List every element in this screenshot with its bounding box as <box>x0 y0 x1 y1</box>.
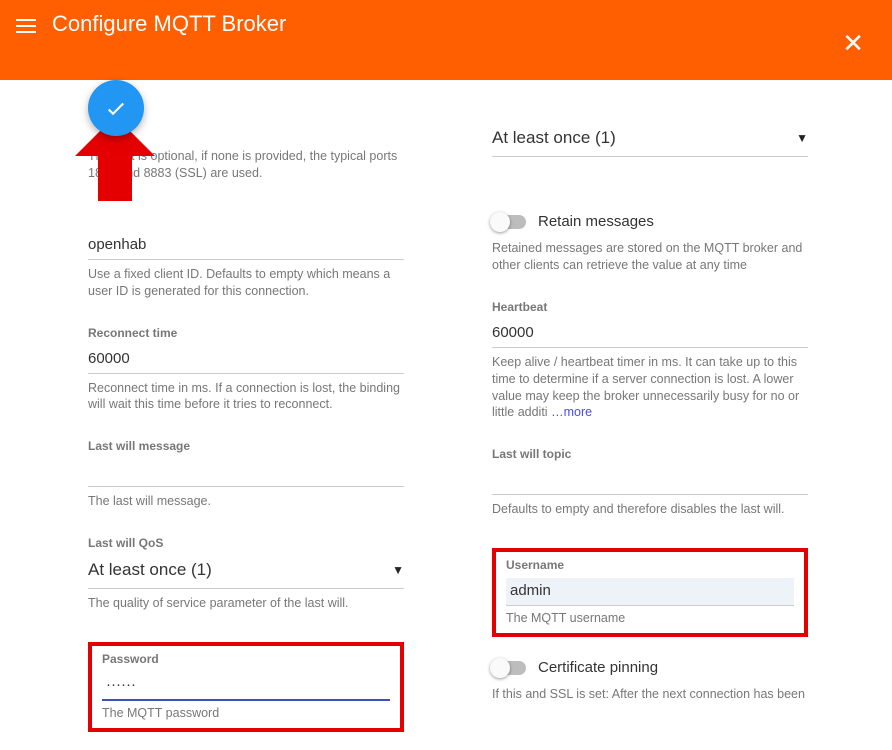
check-icon <box>104 96 128 120</box>
lastwill-message-input[interactable] <box>88 459 404 487</box>
lastwill-qos-select[interactable]: At least once (1) ▼ <box>88 556 404 589</box>
right-column: At least once (1) ▼ Retain messages Reta… <box>472 90 868 750</box>
reconnect-label: Reconnect time <box>88 326 404 340</box>
page-title: Configure MQTT Broker <box>52 11 286 37</box>
reconnect-field: Reconnect time Reconnect time in ms. If … <box>88 326 404 414</box>
username-label: Username <box>506 558 794 572</box>
heartbeat-help: Keep alive / heartbeat timer in ms. It c… <box>492 354 808 422</box>
lastwill-message-help: The last will message. <box>88 493 404 510</box>
cert-pin-field: Certificate pinning If this and SSL is s… <box>492 659 808 703</box>
heartbeat-input[interactable] <box>492 320 808 348</box>
password-highlight: Password The MQTT password <box>88 642 404 732</box>
lastwill-qos-field: Last will QoS At least once (1) ▼ The qu… <box>88 536 404 612</box>
client-id-input[interactable] <box>88 232 404 260</box>
save-fab[interactable] <box>88 80 144 136</box>
heartbeat-more-link[interactable]: …more <box>551 405 592 419</box>
reconnect-help: Reconnect time in ms. If a connection is… <box>88 380 404 414</box>
retain-label: Retain messages <box>538 213 654 230</box>
lastwill-topic-input[interactable] <box>492 467 808 495</box>
username-input[interactable] <box>506 578 794 606</box>
retain-field: Retain messages Retained messages are st… <box>492 213 808 274</box>
username-highlight: Username The MQTT username <box>492 548 808 637</box>
cert-pin-toggle[interactable] <box>492 661 526 675</box>
heartbeat-label: Heartbeat <box>492 300 808 314</box>
reconnect-input[interactable] <box>88 346 404 374</box>
cert-pin-label: Certificate pinning <box>538 659 658 676</box>
client-id-field: Use a fixed client ID. Defaults to empty… <box>88 232 404 300</box>
qos-field: At least once (1) ▼ <box>492 124 808 157</box>
chevron-down-icon: ▼ <box>796 131 808 145</box>
password-help: The MQTT password <box>102 705 390 722</box>
chevron-down-icon: ▼ <box>392 563 404 577</box>
lastwill-qos-help: The quality of service parameter of the … <box>88 595 404 612</box>
app-header: Configure MQTT Broker ✕ <box>0 0 892 80</box>
lastwill-message-field: Last will message The last will message. <box>88 439 404 510</box>
lastwill-topic-help: Defaults to empty and therefore disables… <box>492 501 808 518</box>
username-help: The MQTT username <box>506 610 794 627</box>
password-input[interactable] <box>102 672 390 701</box>
close-icon[interactable]: ✕ <box>842 30 864 56</box>
menu-icon[interactable] <box>16 14 40 38</box>
cert-pin-help: If this and SSL is set: After the next c… <box>492 686 808 703</box>
client-id-help: Use a fixed client ID. Defaults to empty… <box>88 266 404 300</box>
lastwill-message-label: Last will message <box>88 439 404 453</box>
retain-help: Retained messages are stored on the MQTT… <box>492 240 808 274</box>
lastwill-qos-value: At least once (1) <box>88 560 212 580</box>
heartbeat-field: Heartbeat Keep alive / heartbeat timer i… <box>492 300 808 422</box>
retain-toggle[interactable] <box>492 215 526 229</box>
qos-value: At least once (1) <box>492 128 616 148</box>
qos-select[interactable]: At least once (1) ▼ <box>492 124 808 157</box>
lastwill-topic-field: Last will topic Defaults to empty and th… <box>492 447 808 518</box>
password-label: Password <box>102 652 390 666</box>
lastwill-topic-label: Last will topic <box>492 447 808 461</box>
lastwill-qos-label: Last will QoS <box>88 536 404 550</box>
